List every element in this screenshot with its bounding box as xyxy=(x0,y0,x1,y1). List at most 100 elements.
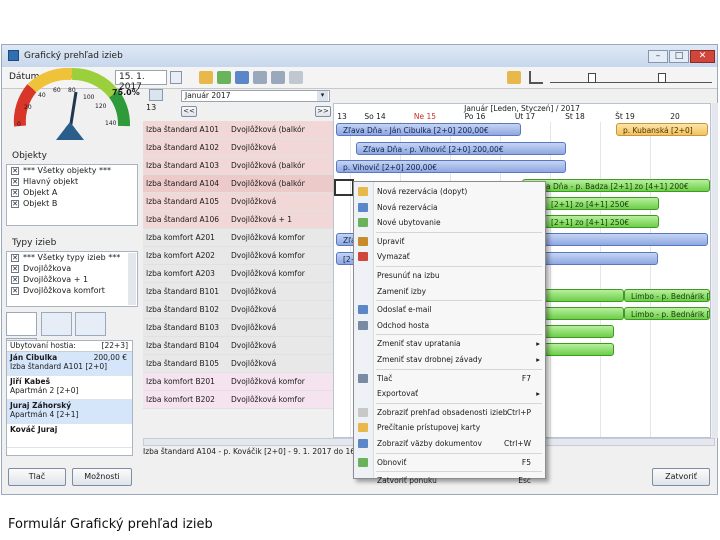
context-menu-item[interactable]: Zobraziť väzby dokumentov Ctrl+W xyxy=(354,436,545,451)
menu-item-icon xyxy=(358,252,368,262)
selected-cell[interactable] xyxy=(334,179,354,196)
tab-rooms[interactable] xyxy=(75,312,107,336)
room-row[interactable]: Izba štandard A105 Dvojlôžková xyxy=(143,193,333,211)
reservation-bar[interactable]: Zľava Dňa - p. Vihovič [2+0] 200,00€ xyxy=(356,142,566,155)
room-row[interactable]: Izba štandard A104 Dvojlôžková (balkón) xyxy=(143,175,333,193)
room-row[interactable]: Izba štandard B104 Dvojlôžková xyxy=(143,337,333,355)
next-button[interactable]: >> xyxy=(315,106,331,117)
tab-checkin[interactable] xyxy=(6,312,37,336)
context-menu-item[interactable]: Nová rezervácia (dopyt) xyxy=(354,184,545,199)
close-window-button[interactable]: ✕ xyxy=(690,50,715,63)
reservation-bar[interactable]: Limbo - p. Bednárik [2+0] xyxy=(624,307,710,320)
checkbox[interactable]: ✕ xyxy=(11,166,19,175)
objekty-item[interactable]: ✕ Objekt B xyxy=(7,198,137,209)
typy-item[interactable]: ✕ Dvojlôžkova komfort xyxy=(7,285,137,296)
filter-icon[interactable] xyxy=(217,71,231,84)
context-menu-item[interactable]: Presunúť na izbu xyxy=(354,268,545,283)
context-menu-item[interactable]: Nová rezervácia xyxy=(354,200,545,215)
reservation-bar[interactable] xyxy=(544,289,624,302)
reservation-bar[interactable] xyxy=(544,343,614,356)
fit-height-icon[interactable] xyxy=(271,71,285,84)
context-menu-item[interactable]: Zatvoriť ponuku Esc xyxy=(354,473,545,488)
menu-item-icon xyxy=(358,202,368,212)
guest-item[interactable]: Juraj Záhorský Apartmán 4 [2+1] xyxy=(7,400,132,424)
zoom-slider-handle-left[interactable] xyxy=(588,73,596,83)
room-row[interactable]: Izba štandard A103 Dvojlôžková (balkón) xyxy=(143,157,333,175)
checkbox[interactable]: ✕ xyxy=(11,177,19,186)
reservation-bar[interactable] xyxy=(544,307,624,320)
month-select[interactable]: Január 2017 xyxy=(181,90,330,102)
calendar-icon[interactable] xyxy=(149,89,163,101)
room-row[interactable]: Izba štandard B103 Dvojlôžková xyxy=(143,319,333,337)
reservation-bar[interactable]: [2+1] zo [4+1] 250€ xyxy=(544,197,659,210)
reservation-bar[interactable]: p. Kubanská [2+0] xyxy=(616,123,708,136)
reservation-bar[interactable]: Zľava Dňa - Ján Cibulka [2+0] 200,00€ xyxy=(336,123,521,136)
context-menu-item[interactable]: Obnoviť F5 xyxy=(354,455,545,470)
room-type: Dvojlôžková xyxy=(231,197,277,206)
options-button[interactable]: Možnosti xyxy=(72,468,132,486)
guest-item[interactable]: Ján Cibulka 200,00 € Izba štandard A101 [… xyxy=(7,352,132,376)
reservation-bar[interactable]: p. Vihovič [2+0] 200,00€ xyxy=(336,160,566,173)
room-row[interactable]: Izba komfort B202 Dvojlôžková komfort xyxy=(143,391,333,409)
objekty-item[interactable]: ✕ Objekt A xyxy=(7,187,137,198)
context-menu-item[interactable]: Vymazať xyxy=(354,249,545,264)
room-row[interactable]: Izba komfort A201 Dvojlôžková komfort xyxy=(143,229,333,247)
context-menu-item[interactable]: Zameniť izby xyxy=(354,284,545,299)
room-row[interactable]: Izba štandard A102 Dvojlôžková xyxy=(143,139,333,157)
context-menu-item[interactable]: Nové ubytovanie xyxy=(354,215,545,230)
objekty-item[interactable]: ✕ Hlavný objekt xyxy=(7,176,137,187)
typy-scrollbar[interactable] xyxy=(128,253,136,305)
legend-icon[interactable] xyxy=(507,71,521,84)
chevron-down-icon[interactable]: ▾ xyxy=(317,91,328,101)
room-type: Dvojlôžková komfort xyxy=(231,251,305,260)
room-row[interactable]: Izba štandard A101 Dvojlôžková (balkón) xyxy=(143,121,333,139)
room-row[interactable]: Izba komfort B201 Dvojlôžková komfort xyxy=(143,373,333,391)
context-menu-item[interactable]: Prečítanie prístupovej karty xyxy=(354,420,545,435)
guest-item[interactable]: Jiří Kabeš Apartmán 2 [2+0] xyxy=(7,376,132,400)
checkbox[interactable]: ✕ xyxy=(11,286,19,295)
typy-item[interactable]: ✕ Dvojlôžkova xyxy=(7,263,137,274)
vertical-scrollbar[interactable] xyxy=(712,103,718,438)
room-row[interactable]: Izba komfort A202 Dvojlôžková komfort xyxy=(143,247,333,265)
room-row[interactable]: Izba štandard A106 Dvojlôžková + 1 xyxy=(143,211,333,229)
room-row[interactable]: Izba štandard B101 Dvojlôžková xyxy=(143,283,333,301)
room-view-icon[interactable] xyxy=(199,71,213,84)
zoom-slider-handle-right[interactable] xyxy=(658,73,666,83)
reservation-bar[interactable]: Limbo - p. Bednárik [2+0] xyxy=(624,289,710,302)
zoom-icon[interactable] xyxy=(289,71,303,84)
room-row[interactable]: Izba komfort A203 Dvojlôžková komfort xyxy=(143,265,333,283)
checkbox[interactable]: ✕ xyxy=(11,188,19,197)
reservation-bar[interactable]: [2+1] zo [4+1] 250€ xyxy=(544,215,659,228)
minimize-button[interactable]: – xyxy=(648,50,668,63)
calendar-picker-icon[interactable] xyxy=(170,71,182,84)
checkbox[interactable]: ✕ xyxy=(11,253,19,262)
context-menu-item[interactable]: Upraviť xyxy=(354,234,545,249)
context-menu-item[interactable]: Zobraziť prehľad obsadenosti izieb Ctrl+P xyxy=(354,405,545,420)
typy-item[interactable]: ✕ *** Všetky typy izieb *** xyxy=(7,252,137,263)
maximize-button[interactable]: □ xyxy=(669,50,689,63)
tab-guests[interactable] xyxy=(40,312,72,336)
context-menu-item[interactable]: Odchod hosta xyxy=(354,318,545,333)
room-row[interactable]: Izba štandard B102 Dvojlôžková xyxy=(143,301,333,319)
reservation-bar[interactable]: Zľava Dňa - p. Badza [2+1] zo [4+1] 200€ xyxy=(522,179,710,192)
fit-width-icon[interactable] xyxy=(253,71,267,84)
zoom-slider[interactable] xyxy=(550,73,712,83)
prev-button[interactable]: << xyxy=(181,106,197,117)
reservation-bar[interactable] xyxy=(544,325,614,338)
list-icon[interactable] xyxy=(235,71,249,84)
context-menu-item[interactable]: Exportovať ▸ xyxy=(354,386,545,401)
checkbox[interactable]: ✕ xyxy=(11,264,19,273)
close-button[interactable]: Zatvoriť xyxy=(652,468,710,486)
guest-item[interactable]: Kováč Juraj xyxy=(7,424,132,448)
context-menu-item[interactable]: Zmeniť stav upratania ▸ xyxy=(354,336,545,351)
context-menu-item[interactable]: Zmeniť stav drobnej závady ▸ xyxy=(354,352,545,367)
room-row[interactable]: Izba štandard B105 Dvojlôžková xyxy=(143,355,333,373)
typy-item[interactable]: ✕ Dvojlôžkova + 1 xyxy=(7,274,137,285)
objekty-item[interactable]: ✕ *** Všetky objekty *** xyxy=(7,165,137,176)
checkbox[interactable]: ✕ xyxy=(11,199,19,208)
room-type: Dvojlôžková komfort xyxy=(231,233,305,242)
print-button[interactable]: Tlač xyxy=(8,468,66,486)
checkbox[interactable]: ✕ xyxy=(11,275,19,284)
context-menu-item[interactable]: Odoslať e-mail xyxy=(354,302,545,317)
context-menu-item[interactable]: Tlač F7 xyxy=(354,371,545,386)
